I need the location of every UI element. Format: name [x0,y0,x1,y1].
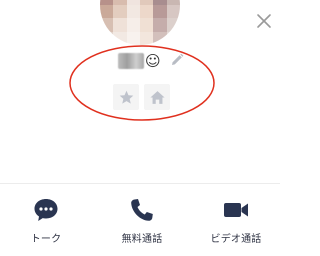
avatar-pixel [100,4,114,19]
avatar-pixel [153,4,167,19]
video-call-button[interactable]: ビデオ通話 [196,196,276,246]
close-icon[interactable] [255,12,273,30]
avatar-pixel [100,31,114,45]
favorite-button[interactable] [113,84,139,110]
avatar-pixel [153,18,167,32]
avatar-pixel [139,31,154,45]
talk-label: トーク [30,234,62,245]
video-call-label: ビデオ通話 [210,234,262,245]
avatar-pixel [126,18,140,32]
star-icon [119,90,133,104]
avatar-pixel [166,18,180,32]
avatar-pixel [126,31,140,45]
talk-button[interactable]: トーク [6,196,86,246]
chat-bubble-icon [34,199,58,221]
home-button[interactable] [144,84,170,110]
avatar-pixel [100,18,114,32]
avatar-pixel [166,31,180,45]
phone-icon [131,199,153,221]
pencil-icon[interactable] [170,53,184,67]
avatar-pixel [153,31,167,45]
avatar-pixel [166,4,180,19]
profile-avatar[interactable] [100,0,180,45]
free-call-button[interactable]: 無料通話 [102,196,182,246]
divider [0,183,280,184]
avatar-pixel [113,31,127,45]
profile-screen: ☺ トーク 無料通話 ビデオ通話 [0,0,280,256]
profile-name: ☺ [118,50,161,72]
video-camera-icon [224,203,248,217]
avatar-pixel [126,4,140,19]
smiley-emoji: ☺ [145,52,161,70]
avatar-pixel [113,4,127,19]
free-call-label: 無料通話 [121,234,163,245]
avatar-pixel [139,18,154,32]
home-icon [149,90,165,104]
avatar-pixel [113,18,127,32]
blurred-name [118,53,144,69]
avatar-pixel [139,4,154,19]
